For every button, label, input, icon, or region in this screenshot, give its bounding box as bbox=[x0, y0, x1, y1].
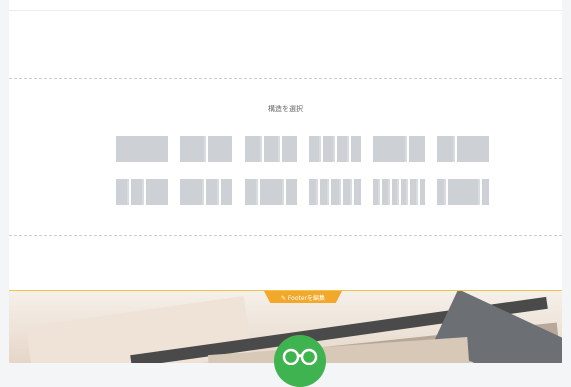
footer-border bbox=[9, 290, 562, 291]
layout-option-11[interactable] bbox=[373, 179, 425, 205]
layout-option-7[interactable] bbox=[116, 179, 168, 205]
edit-footer-button[interactable]: ✎ Footerを編集 bbox=[264, 291, 342, 303]
layout-option-1[interactable] bbox=[116, 136, 168, 162]
section-divider-top bbox=[9, 78, 562, 79]
layout-option-3[interactable] bbox=[245, 136, 298, 162]
layout-option-6[interactable] bbox=[437, 136, 489, 162]
section-top-strip bbox=[9, 0, 562, 11]
structure-picker-title: 構造を選択 bbox=[268, 105, 303, 113]
layout-option-4[interactable] bbox=[309, 136, 361, 162]
layout-option-9[interactable] bbox=[245, 179, 297, 205]
glasses-logo-icon bbox=[274, 335, 326, 387]
layout-option-10[interactable] bbox=[309, 179, 362, 205]
section-divider-bottom bbox=[9, 235, 562, 236]
layout-option-5[interactable] bbox=[373, 136, 425, 162]
layout-option-12[interactable] bbox=[437, 179, 489, 205]
layout-option-2[interactable] bbox=[180, 136, 232, 162]
layout-option-8[interactable] bbox=[180, 179, 232, 205]
